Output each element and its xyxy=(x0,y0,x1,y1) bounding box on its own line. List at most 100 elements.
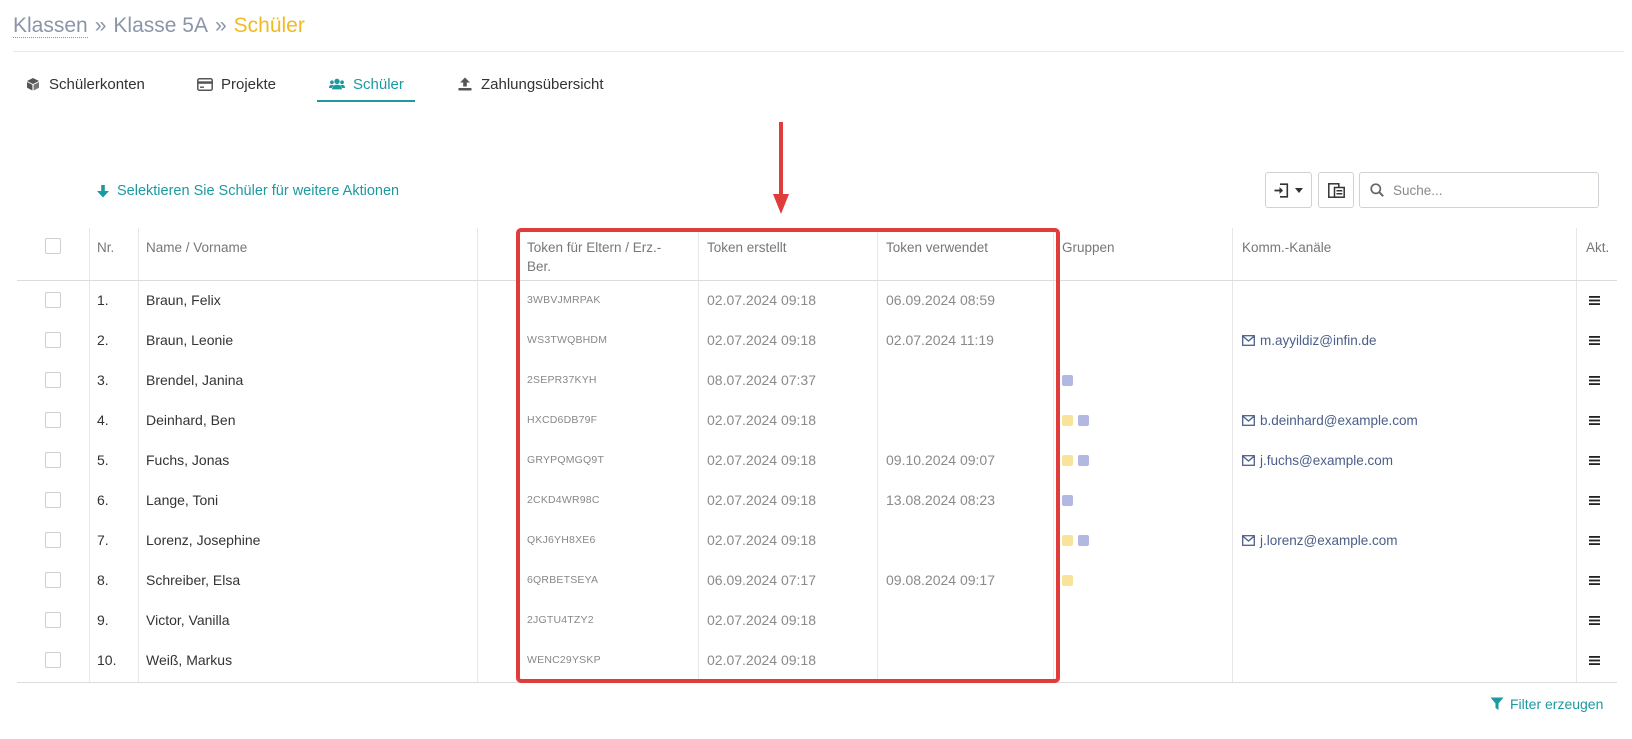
upload-icon xyxy=(457,76,473,92)
row-token-used: 09.10.2024 09:07 xyxy=(886,452,995,468)
row-nr: 6. xyxy=(97,492,109,508)
row-checkbox[interactable] xyxy=(45,412,61,428)
row-nr: 7. xyxy=(97,532,109,548)
row-actions-menu[interactable] xyxy=(1589,480,1600,520)
table-row[interactable]: 5. Fuchs, Jonas GRYPQMGQ9T 02.07.2024 09:18… xyxy=(17,440,1617,480)
row-nr: 1. xyxy=(97,292,109,308)
header-token-used[interactable]: Token verwendet xyxy=(886,238,988,257)
table-row[interactable]: 2. Braun, Leonie WS3TWQBHDM 02.07.2024 09:1… xyxy=(17,320,1617,360)
group-badge xyxy=(1078,454,1089,466)
row-actions-menu[interactable] xyxy=(1589,520,1600,560)
row-checkbox[interactable] xyxy=(45,332,61,348)
search-input[interactable] xyxy=(1393,182,1583,198)
row-actions-menu[interactable] xyxy=(1589,280,1600,320)
bars-icon xyxy=(1589,375,1600,385)
header-name[interactable]: Name / Vorname xyxy=(146,238,247,257)
header-token[interactable]: Token für Eltern / Erz.-Ber. xyxy=(527,238,682,276)
row-name: Weiß, Markus xyxy=(146,652,233,668)
row-name: Braun, Leonie xyxy=(146,332,234,348)
row-name: Deinhard, Ben xyxy=(146,412,236,428)
row-email-link[interactable]: j.fuchs@example.com xyxy=(1242,440,1393,480)
create-filter-link[interactable]: Filter erzeugen xyxy=(1490,696,1603,712)
row-groups xyxy=(1062,440,1094,480)
row-token: 2CKD4WR98C xyxy=(527,494,600,506)
row-actions-menu[interactable] xyxy=(1589,320,1600,360)
row-name: Victor, Vanilla xyxy=(146,612,230,628)
table-row[interactable]: 10. Weiß, Markus WENC29YSKP 02.07.2024 09:1… xyxy=(17,640,1617,680)
tab-zahlungsuebersicht[interactable]: Zahlungsübersicht xyxy=(457,64,604,104)
header-actions: Akt. xyxy=(1586,240,1610,255)
row-name: Lange, Toni xyxy=(146,492,219,508)
row-nr: 10. xyxy=(97,652,117,668)
row-actions-menu[interactable] xyxy=(1589,640,1600,680)
row-token: 2SEPR37KYH xyxy=(527,374,597,386)
row-groups xyxy=(1062,400,1094,440)
bars-icon xyxy=(1589,335,1600,345)
active-tab-indicator xyxy=(317,100,415,102)
row-actions-menu[interactable] xyxy=(1589,600,1600,640)
table-row[interactable]: 9. Victor, Vanilla 2JGTU4TZY2 02.07.2024 09… xyxy=(17,600,1617,640)
bars-icon xyxy=(1589,495,1600,505)
row-groups xyxy=(1062,480,1078,520)
row-name: Lorenz, Josephine xyxy=(146,532,261,548)
row-checkbox[interactable] xyxy=(45,292,61,308)
export-dropdown-button[interactable] xyxy=(1265,172,1312,208)
table-row[interactable]: 3. Brendel, Janina 2SEPR37KYH 08.07.2024 07… xyxy=(17,360,1617,400)
row-actions-menu[interactable] xyxy=(1589,440,1600,480)
filter-icon xyxy=(1490,697,1504,711)
row-checkbox[interactable] xyxy=(45,372,61,388)
row-groups xyxy=(1062,560,1078,600)
group-badge xyxy=(1078,534,1089,546)
row-email-link[interactable]: b.deinhard@example.com xyxy=(1242,400,1418,440)
select-all-checkbox[interactable] xyxy=(45,238,61,254)
breadcrumb-link-klassen[interactable]: Klassen xyxy=(13,14,88,38)
table-row[interactable]: 1. Braun, Felix 3WBVJMRPAK 02.07.2024 09:18… xyxy=(17,280,1617,320)
row-checkbox[interactable] xyxy=(45,652,61,668)
row-email-link[interactable]: m.ayyildiz@infin.de xyxy=(1242,320,1377,360)
header-comm-channels[interactable]: Komm.-Kanäle xyxy=(1242,238,1331,257)
annotation-arrow-icon xyxy=(773,122,789,214)
table-row[interactable]: 7. Lorenz, Josephine QKJ6YH8XE6 02.07.2024 … xyxy=(17,520,1617,560)
header-nr[interactable]: Nr. xyxy=(97,238,114,257)
row-token-created: 02.07.2024 09:18 xyxy=(707,532,816,548)
search-field[interactable] xyxy=(1359,172,1599,208)
row-token: WENC29YSKP xyxy=(527,654,601,666)
table-bottom-line xyxy=(17,682,1617,683)
tab-label: Schülerkonten xyxy=(49,75,145,93)
row-checkbox[interactable] xyxy=(45,452,61,468)
row-nr: 3. xyxy=(97,372,109,388)
row-actions-menu[interactable] xyxy=(1589,360,1600,400)
table-row[interactable]: 6. Lange, Toni 2CKD4WR98C 02.07.2024 09:18 1… xyxy=(17,480,1617,520)
create-filter-label: Filter erzeugen xyxy=(1510,696,1604,712)
row-groups xyxy=(1062,520,1094,560)
columns-toggle-button[interactable] xyxy=(1318,172,1354,208)
row-token-created: 08.07.2024 07:37 xyxy=(707,372,816,388)
table-row[interactable]: 8. Schreiber, Elsa 6QRBETSEYA 06.09.2024 07… xyxy=(17,560,1617,600)
sign-in-icon xyxy=(1274,182,1289,198)
row-checkbox[interactable] xyxy=(45,572,61,588)
tab-schuelerkonten[interactable]: Schülerkonten xyxy=(25,64,145,104)
breadcrumb-current: Schüler xyxy=(233,14,305,37)
breadcrumb-link-klasse[interactable]: Klasse 5A xyxy=(113,14,208,37)
row-checkbox[interactable] xyxy=(45,612,61,628)
row-email: m.ayyildiz@infin.de xyxy=(1260,332,1377,348)
row-checkbox[interactable] xyxy=(45,492,61,508)
columns-icon xyxy=(1327,182,1345,198)
select-hint-label: Selektieren Sie Schüler für weitere Akti… xyxy=(117,183,400,199)
header-groups[interactable]: Gruppen xyxy=(1062,238,1115,257)
row-token-used: 06.09.2024 08:59 xyxy=(886,292,995,308)
row-checkbox[interactable] xyxy=(45,532,61,548)
arrow-down-icon xyxy=(97,184,109,198)
row-actions-menu[interactable] xyxy=(1589,400,1600,440)
select-students-hint[interactable]: Selektieren Sie Schüler für weitere Akti… xyxy=(97,183,399,199)
table-row[interactable]: 4. Deinhard, Ben HXCD6DB79F 02.07.2024 09:1… xyxy=(17,400,1617,440)
header-divider xyxy=(13,51,1624,52)
bars-icon xyxy=(1589,615,1600,625)
row-actions-menu[interactable] xyxy=(1589,560,1600,600)
row-name: Brendel, Janina xyxy=(146,372,244,388)
tab-schueler[interactable]: Schüler xyxy=(329,64,404,104)
tab-projekte[interactable]: Projekte xyxy=(197,64,276,104)
row-email-link[interactable]: j.lorenz@example.com xyxy=(1242,520,1398,560)
header-token-created[interactable]: Token erstellt xyxy=(707,238,787,257)
row-token-created: 02.07.2024 09:18 xyxy=(707,452,816,468)
